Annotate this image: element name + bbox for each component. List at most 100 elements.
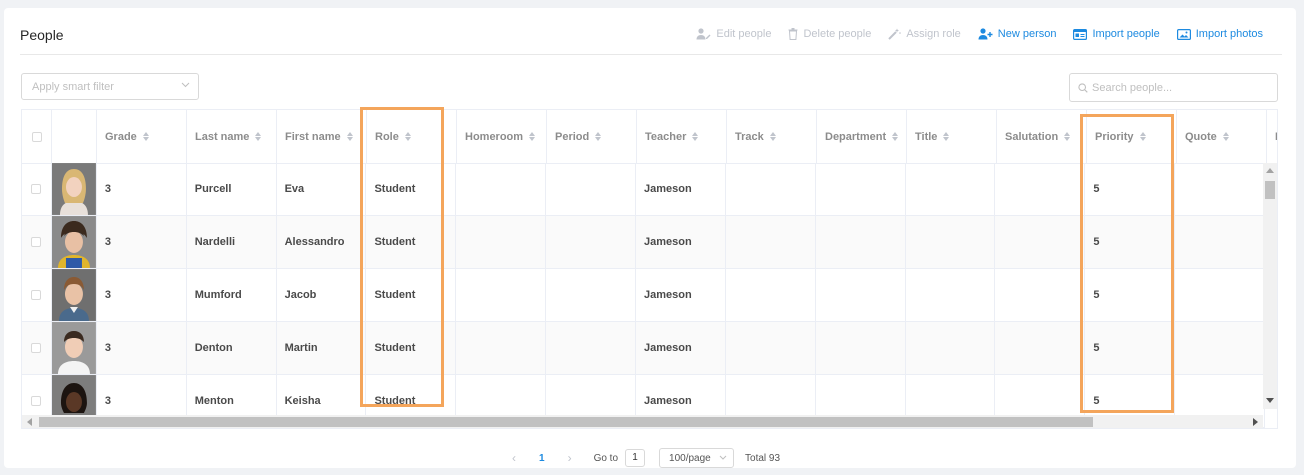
page-size-value: 100/page <box>669 453 711 464</box>
cell-title <box>906 322 996 374</box>
page-size-select[interactable]: 100/page <box>659 448 735 468</box>
import-people-button[interactable]: Import people <box>1073 28 1160 40</box>
horizontal-scrollbar[interactable] <box>22 415 1263 428</box>
cell-role: Student <box>366 216 457 268</box>
edit-people-button[interactable]: Edit people <box>696 28 771 40</box>
cell-priority: 5 <box>1085 322 1176 374</box>
column-header-priority[interactable]: Priority <box>1087 110 1177 163</box>
cell-priority: 5 <box>1085 163 1176 215</box>
smart-filter-placeholder: Apply smart filter <box>32 81 114 93</box>
row-checkbox[interactable] <box>31 237 42 247</box>
column-header-label: Salutation <box>1005 130 1059 143</box>
cell-department <box>816 163 906 215</box>
cell-grade: 3 <box>97 216 187 268</box>
page-number-current[interactable]: 1 <box>539 453 545 464</box>
search-box <box>1069 73 1278 102</box>
sort-icon <box>1139 132 1146 141</box>
chevron-down-icon <box>181 82 190 88</box>
table-row[interactable]: 3 Denton Martin Student Jameson 5 <box>22 322 1266 375</box>
scroll-right-icon[interactable] <box>1253 418 1258 426</box>
cell-priority: 5 <box>1085 216 1176 268</box>
vertical-scrollbar[interactable] <box>1263 163 1277 409</box>
sort-icon <box>529 132 536 141</box>
assign-role-button[interactable]: Assign role <box>888 28 961 40</box>
column-header-title[interactable]: Title <box>907 110 997 163</box>
import-photos-label: Import photos <box>1195 28 1263 40</box>
magic-wand-icon <box>888 28 902 40</box>
search-input[interactable] <box>1092 79 1272 96</box>
delete-people-button[interactable]: Delete people <box>788 28 871 40</box>
horizontal-scroll-thumb[interactable] <box>39 417 1093 427</box>
cell-teacher: Jameson <box>636 322 726 374</box>
cell-role: Student <box>366 163 457 215</box>
page-title: People <box>20 27 64 43</box>
column-header-role[interactable]: Role <box>367 110 457 163</box>
column-header-quote[interactable]: Quote <box>1177 110 1267 163</box>
column-header-label: Priority <box>1095 130 1134 143</box>
header-divider <box>20 54 1282 55</box>
row-checkbox-cell <box>22 269 52 321</box>
cell-teacher: Jameson <box>636 216 726 268</box>
column-header-last-name[interactable]: Last name <box>187 110 277 163</box>
column-header-label: Track <box>735 130 764 143</box>
search-icon <box>1078 83 1088 93</box>
row-checkbox-cell <box>22 163 52 215</box>
scroll-left-icon[interactable] <box>27 418 32 426</box>
table-row[interactable]: 3 Purcell Eva Student Jameson 5 <box>22 163 1266 216</box>
column-header-track[interactable]: Track <box>727 110 817 163</box>
cell-homeroom <box>456 322 547 374</box>
column-header-teacher[interactable]: Teacher <box>637 110 727 163</box>
cell-quote <box>1175 216 1266 268</box>
column-header-next[interactable]: N <box>1267 110 1277 163</box>
table-row[interactable]: 3 Nardelli Alessandro Student Jameson 5 <box>22 216 1266 269</box>
cell-priority: 5 <box>1085 269 1176 321</box>
select-all-checkbox[interactable] <box>31 131 42 142</box>
cell-grade: 3 <box>97 269 187 321</box>
sort-icon <box>892 132 899 141</box>
cell-track <box>726 163 816 215</box>
vertical-scroll-thumb[interactable] <box>1265 181 1275 199</box>
sort-icon <box>346 132 353 141</box>
next-page-icon[interactable]: › <box>568 451 572 465</box>
prev-page-icon[interactable]: ‹ <box>512 451 516 465</box>
goto-input[interactable]: 1 <box>625 449 646 467</box>
pagination: ‹ 1 › Go to 1 100/page Total 93 <box>512 448 780 468</box>
column-header-department[interactable]: Department <box>817 110 907 163</box>
new-person-button[interactable]: New person <box>978 28 1056 40</box>
photo-cell <box>51 269 97 321</box>
cell-first-name: Jacob <box>277 269 367 321</box>
cell-grade: 3 <box>97 163 187 215</box>
cell-department <box>816 216 906 268</box>
student-photo <box>51 322 96 374</box>
photos-icon <box>1176 28 1191 40</box>
goto-label: Go to <box>593 452 619 464</box>
column-header-first-name[interactable]: First name <box>277 110 367 163</box>
scroll-down-icon[interactable] <box>1266 398 1274 403</box>
row-checkbox[interactable] <box>31 290 42 300</box>
row-checkbox[interactable] <box>31 396 42 406</box>
column-header-grade[interactable]: Grade <box>97 110 187 163</box>
smart-filter-select[interactable]: Apply smart filter <box>21 73 199 100</box>
table-header: Grade Last name First name Role Homeroom… <box>22 110 1277 164</box>
cell-period <box>546 163 637 215</box>
column-header-period[interactable]: Period <box>547 110 637 163</box>
sort-icon <box>1222 132 1229 141</box>
cell-title <box>906 163 996 215</box>
student-photo <box>51 269 96 321</box>
user-plus-icon <box>978 28 993 40</box>
column-header-salutation[interactable]: Salutation <box>997 110 1087 163</box>
column-header-label: N <box>1275 131 1277 143</box>
row-checkbox[interactable] <box>31 184 42 194</box>
row-checkbox[interactable] <box>31 343 42 353</box>
sort-icon <box>1064 132 1071 141</box>
import-photos-button[interactable]: Import photos <box>1176 28 1263 40</box>
import-people-label: Import people <box>1092 28 1160 40</box>
table-row[interactable]: 3 Mumford Jacob Student Jameson 5 <box>22 269 1266 322</box>
column-header-label: Role <box>375 130 399 143</box>
column-header-homeroom[interactable]: Homeroom <box>457 110 547 163</box>
scroll-up-icon[interactable] <box>1266 168 1274 173</box>
cell-track <box>726 269 816 321</box>
column-header-label: Homeroom <box>465 130 524 143</box>
cell-last-name: Purcell <box>187 163 277 215</box>
select-all-cell <box>22 110 52 163</box>
